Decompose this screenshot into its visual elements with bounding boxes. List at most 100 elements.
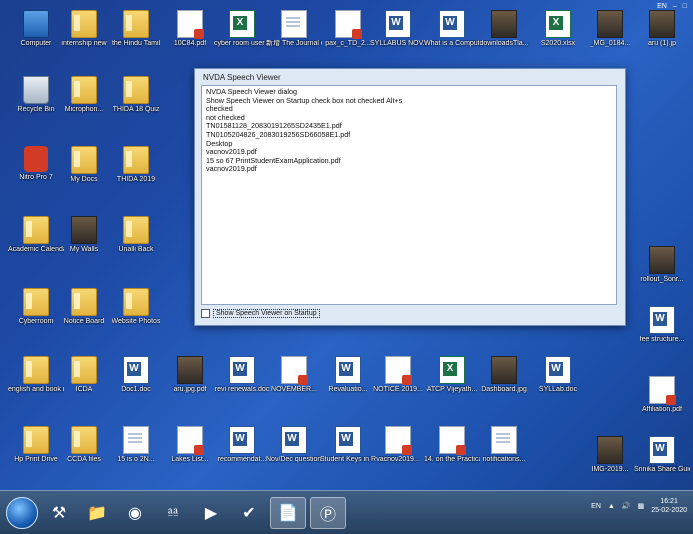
desktop-icon[interactable]: Srinika Share Guideline xyxy=(634,436,690,474)
speech-log-line: Desktop xyxy=(206,138,233,148)
taskbar: ⚒ 📁 ◉ ⎂ ▶ ✔ 📄 Ⓟ EN ▲ 🔊 ▩ 16:21 25-02-202… xyxy=(0,490,693,534)
desktop-icon[interactable]: cyber room user 2020... xyxy=(214,10,270,48)
file-explorer-icon[interactable]: 📁 xyxy=(80,498,114,528)
desktop-icon-label: CCDA files xyxy=(67,456,101,463)
nitro-icon xyxy=(24,146,48,172)
desktop-icon-label: Revaluatio... xyxy=(328,386,368,393)
desktop-icon[interactable]: revi renewals.doc xyxy=(214,356,270,394)
desktop-icon[interactable]: Nov/Dec question... xyxy=(266,426,322,464)
bin-icon xyxy=(23,76,49,104)
doc-icon xyxy=(281,10,307,38)
desktop-icon[interactable]: Lakes List... xyxy=(162,426,218,464)
show-on-startup-checkbox[interactable] xyxy=(201,309,210,318)
desktop-icon-label: aru.jpg.pdf xyxy=(173,386,207,393)
desktop-icon[interactable]: Website Photos xyxy=(108,288,164,326)
desktop-icon[interactable]: IMG-2019... xyxy=(582,436,638,474)
tools-icon[interactable]: ⚒ xyxy=(42,498,76,528)
speech-log-pane[interactable]: NVDA Speech Viewer dialog Show Speech Vie… xyxy=(201,85,617,305)
desktop-icon[interactable]: NOTICE 2019... xyxy=(370,356,426,394)
desktop-icon[interactable]: _MG_0184... xyxy=(582,10,638,48)
photo-icon xyxy=(597,10,623,38)
desktop-icon[interactable]: vacnov2019... xyxy=(370,426,426,464)
desktop-icon[interactable]: ATCP Vijeyath... xyxy=(424,356,480,394)
pdf-icon xyxy=(385,356,412,385)
desktop-icon-label: 新增 The Journal of... xyxy=(266,40,322,47)
desktop-icon[interactable]: S2020.xlsx xyxy=(530,10,586,48)
desktop-icon[interactable]: What is a Computer1... xyxy=(424,10,480,48)
word-icon xyxy=(385,10,411,38)
desktop-icon[interactable]: NOVEMBER... xyxy=(266,356,322,394)
desktop-icon[interactable]: Dashboard.jpg xyxy=(476,356,532,394)
desktop-icon[interactable]: Microphon... xyxy=(56,76,112,114)
desktop-icon[interactable]: internship new xyxy=(56,10,112,48)
desktop-icon[interactable]: the Hindu Tamil xyxy=(108,10,164,48)
chrome-icon[interactable]: ◉ xyxy=(118,498,152,528)
photo-icon xyxy=(649,10,675,38)
startup-option[interactable]: Show Speech Viewer on Startup xyxy=(201,309,320,318)
restore-icon[interactable]: □ xyxy=(683,3,687,10)
desktop-icon-label: ATCP Vijeyath... xyxy=(426,386,478,393)
photo-icon xyxy=(177,356,203,384)
desktop-icon[interactable]: fee structure... xyxy=(634,306,690,344)
desktop-icon[interactable]: pax_c_TD_2... xyxy=(320,10,376,48)
desktop-icon[interactable]: SYLLABUS NOV.doc xyxy=(370,10,426,48)
comp-icon xyxy=(23,10,49,38)
desktop-icon-label: My Docs xyxy=(70,176,98,183)
desktop-icon[interactable]: THIDA 2019 xyxy=(108,146,164,184)
word-taskbar-icon[interactable]: 📄 xyxy=(270,496,306,529)
desktop-icon[interactable]: Unalli Back xyxy=(108,216,164,254)
photo-icon xyxy=(649,246,675,274)
desktop-icon-label: What is a Computer1... xyxy=(424,40,480,47)
desktop-icon[interactable]: 新增 The Journal of... xyxy=(266,10,322,48)
tray-language[interactable]: EN xyxy=(591,503,601,510)
clock-time: 16:21 xyxy=(660,498,678,505)
word-icon xyxy=(649,436,675,464)
desktop-icon[interactable]: Affiliation.pdf xyxy=(634,376,690,414)
speech-log-line: checked xyxy=(206,104,233,114)
desktop-icon[interactable]: My Walls xyxy=(56,216,112,254)
nvda-taskbar-icon[interactable]: Ⓟ xyxy=(310,496,346,529)
desktop-icon[interactable]: ICDA xyxy=(56,356,112,394)
nvda-speech-viewer-window[interactable]: NVDA Speech Viewer NVDA Speech Viewer di… xyxy=(194,68,626,326)
desktop-icon[interactable]: aru.jpg.pdf xyxy=(162,356,218,394)
excel-icon xyxy=(545,10,571,38)
volume-icon[interactable]: 🔊 xyxy=(622,502,631,510)
internet-explorer-icon[interactable]: ⎂ xyxy=(156,498,190,528)
desktop-icon[interactable]: Student Keys in Reservati... xyxy=(320,426,376,464)
desktop-icon-label: Affiliation.pdf xyxy=(642,406,682,413)
desktop-icon-label: THIDA 18 Quiz xyxy=(112,106,160,113)
desktop-icon[interactable]: 10C84.pdf xyxy=(162,10,218,48)
desktop-icon[interactable]: SYLLab.doc xyxy=(530,356,586,394)
desktop-icon-label: the Hindu Tamil xyxy=(111,40,161,47)
minimize-icon[interactable]: – xyxy=(673,3,677,10)
desktop-icon[interactable]: THIDA 18 Quiz xyxy=(108,76,164,114)
desktop-icon[interactable]: CCDA files xyxy=(56,426,112,464)
folder-icon xyxy=(123,288,149,316)
start-button[interactable] xyxy=(6,496,38,529)
desktop-icon-label: NOTICE 2019... xyxy=(373,386,423,393)
desktop-icon[interactable]: My Docs xyxy=(56,146,112,184)
word-icon xyxy=(335,356,361,384)
desktop-icon[interactable]: recommendat... xyxy=(214,426,270,464)
folder-icon xyxy=(71,76,97,104)
tray-arrow-icon[interactable]: ▲ xyxy=(608,503,615,510)
language-indicator[interactable]: EN xyxy=(657,3,667,10)
desktop-icon[interactable]: 15 is o 2N... xyxy=(108,426,164,464)
desktop-icon[interactable]: Notice Board xyxy=(56,288,112,326)
desktop-icon[interactable]: Doc1.doc xyxy=(108,356,164,394)
desktop-icon[interactable]: aru (1).jp xyxy=(634,10,690,48)
doc-icon xyxy=(491,426,517,454)
nvda-runner-icon[interactable]: ✔ xyxy=(232,498,266,528)
desktop-icon[interactable]: 14. on the Practical... xyxy=(424,426,480,464)
speech-log-line: vacnov2019.pdf xyxy=(206,164,257,174)
desktop-icon[interactable]: rollout_Sonr... xyxy=(634,246,690,284)
desktop-icon-label: fee structure... xyxy=(639,336,685,343)
desktop-icon[interactable]: notifications... xyxy=(476,426,532,464)
desktop-icon[interactable]: Revaluatio... xyxy=(320,356,376,394)
excel-icon xyxy=(229,10,255,38)
media-player-icon[interactable]: ▶ xyxy=(194,498,228,528)
desktop-icon[interactable]: downloadsTla... xyxy=(476,10,532,48)
clock[interactable]: 16:21 25-02-2020 xyxy=(651,497,687,515)
desktop-icon-label: ICDA xyxy=(75,386,93,393)
network-icon[interactable]: ▩ xyxy=(638,502,645,510)
